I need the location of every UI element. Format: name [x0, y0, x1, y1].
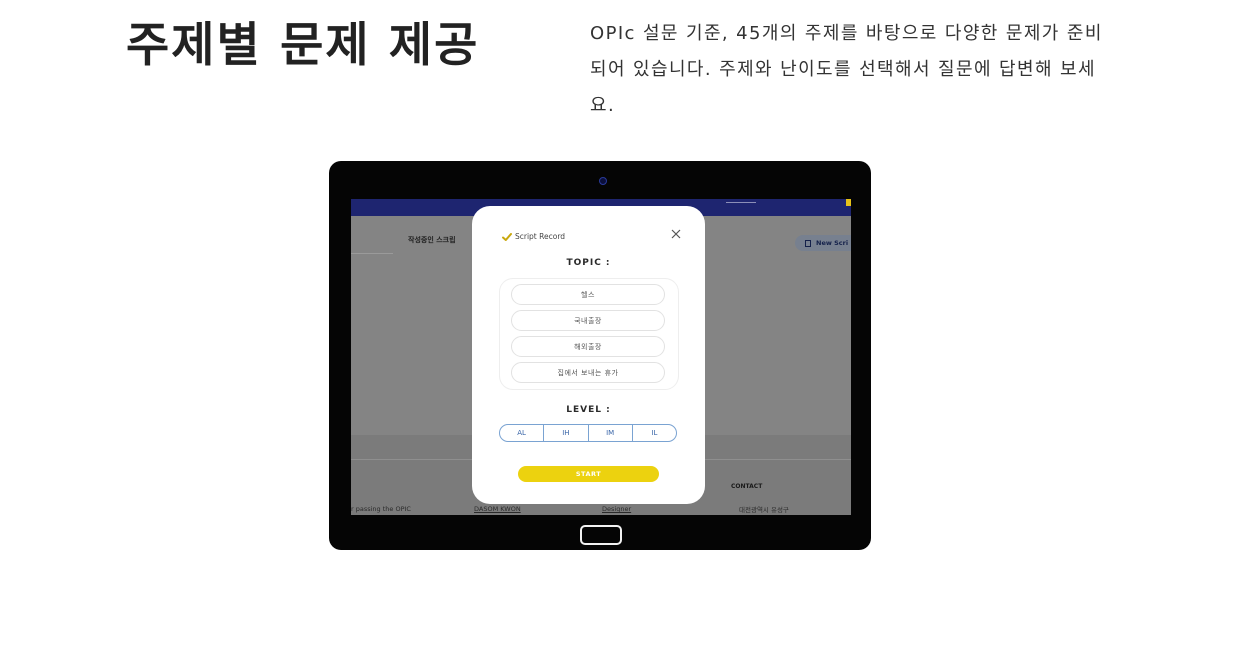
footer-author-link[interactable]: DASOM KWON: [474, 505, 521, 513]
page-description: OPIc 설문 기준, 45개의 주제를 바탕으로 다양한 문제가 준비되어 있…: [590, 23, 1103, 116]
script-list-heading: 작성중인 스크립: [408, 236, 456, 244]
topic-option[interactable]: 국내출장: [511, 310, 665, 331]
topic-list: 헬스 국내출장 해외출장 집에서 보내는 휴가: [499, 278, 679, 390]
new-script-button[interactable]: New Scri: [795, 235, 851, 251]
footer-contact-label: CONTACT: [731, 483, 763, 490]
level-option-il[interactable]: IL: [633, 425, 676, 441]
page-title: 주제별 문제 제공: [126, 18, 480, 73]
start-button[interactable]: START: [518, 466, 659, 482]
tab-underline: [351, 253, 393, 254]
level-option-al[interactable]: AL: [500, 425, 545, 441]
script-record-modal: Script Record TOPIC : 헬스 국내출장 해외출장 집에서 보…: [472, 206, 705, 504]
modal-header: Script Record: [502, 232, 565, 241]
document-icon: [805, 239, 811, 247]
footer-tagline: r passing the OPIC: [351, 505, 411, 513]
new-script-label: New Scri: [816, 239, 849, 247]
camera-icon: [599, 177, 607, 185]
close-icon[interactable]: [670, 228, 682, 240]
footer-role-link[interactable]: Designer: [602, 505, 631, 513]
level-label: LEVEL :: [566, 405, 611, 415]
level-option-im[interactable]: IM: [589, 425, 633, 441]
check-icon: [502, 232, 512, 241]
tablet-device: 작성중인 스크립 New Scri CONTACT 대전광역시 유성구 r pa…: [329, 161, 871, 550]
topic-label: TOPIC :: [566, 258, 611, 268]
topic-option[interactable]: 집에서 보내는 휴가: [511, 362, 665, 383]
topic-option[interactable]: 헬스: [511, 284, 665, 305]
footer-address: 대전광역시 유성구: [739, 506, 789, 514]
topbar-accent: [846, 199, 851, 206]
home-button[interactable]: [580, 525, 622, 545]
level-option-ih[interactable]: IH: [544, 425, 589, 441]
tablet-screen: 작성중인 스크립 New Scri CONTACT 대전광역시 유성구 r pa…: [351, 199, 851, 515]
level-selector: AL IH IM IL: [499, 424, 677, 442]
nav-indicator: [726, 202, 756, 203]
topic-option[interactable]: 해외출장: [511, 336, 665, 357]
modal-title: Script Record: [515, 232, 566, 241]
